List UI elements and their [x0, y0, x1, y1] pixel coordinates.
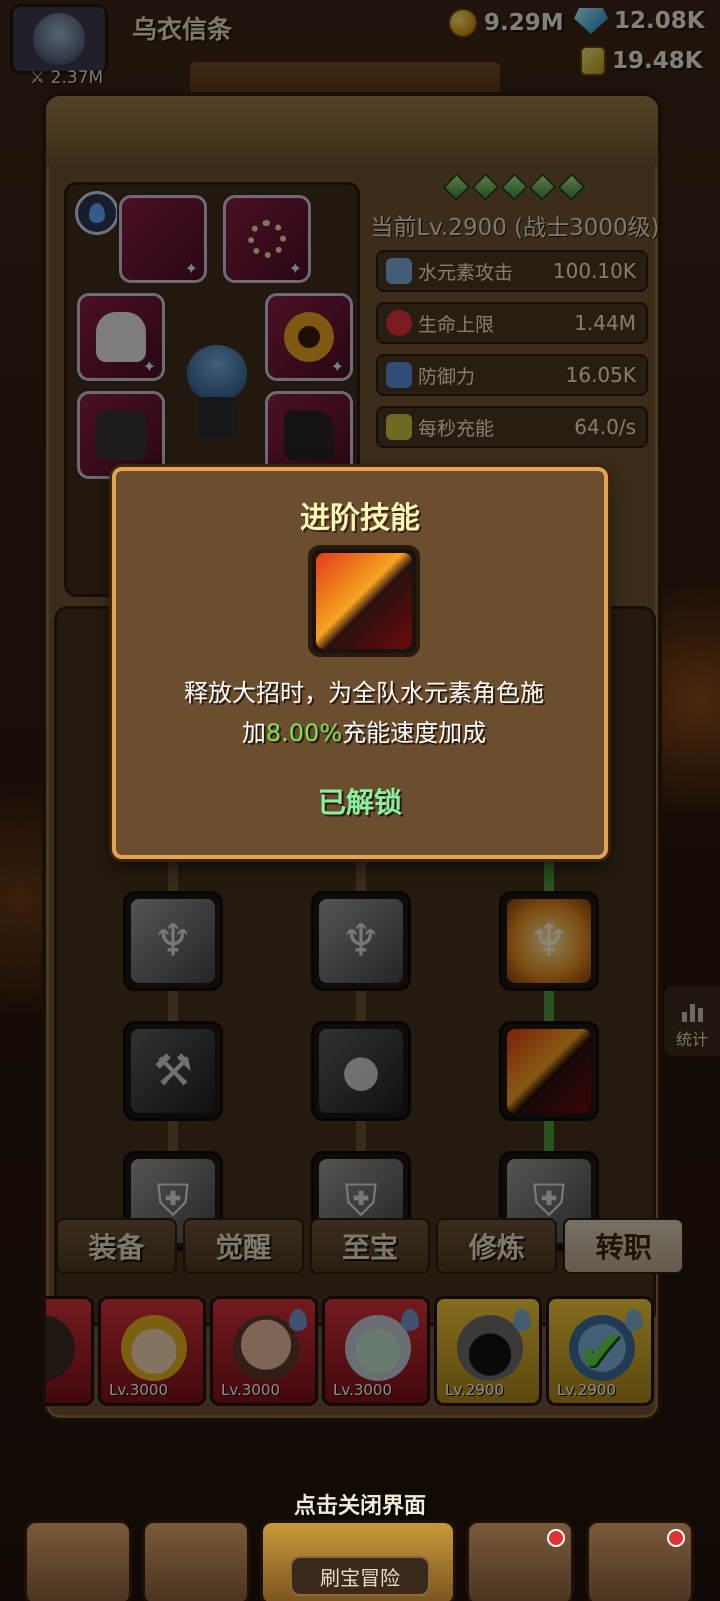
unlock-status: 已解锁 [317, 786, 402, 819]
description-line-2: 加8.00%充能速度加成 [136, 713, 592, 753]
advanced-skill-popup: 进阶技能 释放大招时，为全队水元素角色施 加8.00%充能速度加成 已解锁 [112, 467, 608, 859]
description-suffix: 充能速度加成 [342, 719, 487, 747]
backpack-button[interactable] [466, 1520, 574, 1601]
bonus-percentage: 8.00% [265, 719, 343, 747]
notification-dot [547, 1529, 565, 1547]
skill-icon [308, 545, 420, 657]
treasure-adventure-label[interactable]: 刷宝冒险 [290, 1556, 430, 1596]
dash-attack-icon [316, 553, 412, 649]
shop-button[interactable] [24, 1520, 132, 1601]
popup-title: 进阶技能 [300, 501, 420, 536]
forge-button[interactable] [586, 1520, 694, 1601]
description-prefix: 加 [241, 719, 266, 747]
notification-dot [667, 1529, 685, 1547]
description-line-1: 释放大招时，为全队水元素角色施 [184, 679, 544, 707]
skill-description: 释放大招时，为全队水元素角色施 加8.00%充能速度加成 [136, 673, 592, 753]
heroes-button[interactable] [142, 1520, 250, 1601]
